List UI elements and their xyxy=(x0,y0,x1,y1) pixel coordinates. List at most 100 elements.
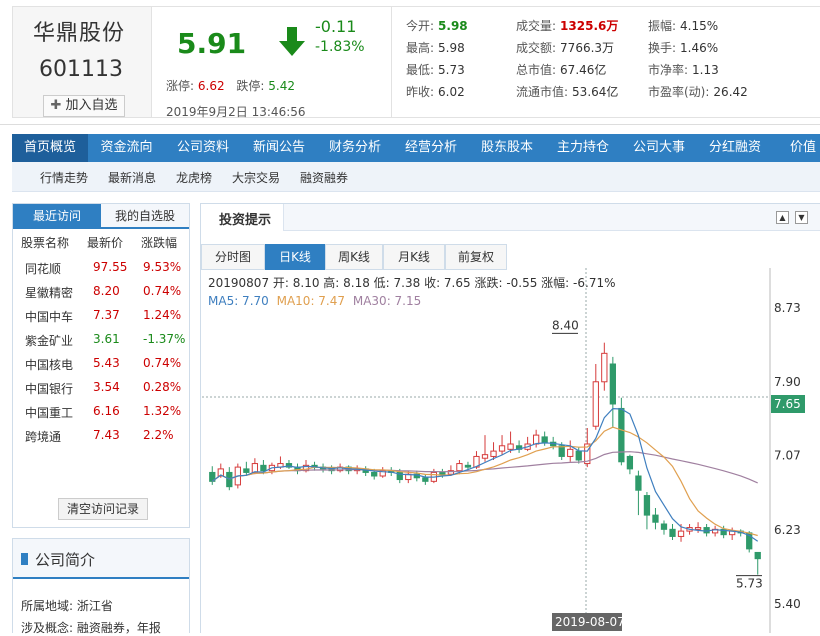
watch-row[interactable]: 同花顺 97.55 9.53% xyxy=(13,256,189,280)
plus-icon: ✚ xyxy=(50,98,62,113)
nav-item[interactable]: 价值 xyxy=(773,134,820,162)
tab-monthly-k[interactable]: 月K线 xyxy=(383,244,445,270)
candle-body xyxy=(294,466,301,472)
candle-body xyxy=(388,470,395,473)
stat-label: 市盈率(动): xyxy=(648,85,710,99)
nav-item[interactable]: 资金流向 xyxy=(88,134,165,162)
row-pct: 9.53% xyxy=(143,260,182,274)
stat-item: 今开: 5.98 xyxy=(406,17,468,34)
candle-body xyxy=(686,527,693,532)
watch-row[interactable]: 星徽精密 8.20 0.74% xyxy=(13,280,189,304)
subnav-item[interactable]: 最新消息 xyxy=(108,169,156,186)
watch-row[interactable]: 中国核电 5.43 0.74% xyxy=(13,352,189,376)
stat-value: 1.13 xyxy=(692,63,719,77)
nav-item[interactable]: 主力持仓 xyxy=(545,134,621,162)
candle-body xyxy=(558,445,565,457)
row-name: 星徽精密 xyxy=(25,286,74,300)
candle-body xyxy=(720,528,727,536)
nav-item[interactable]: 公司大事 xyxy=(621,134,697,162)
stat-value: 6.02 xyxy=(438,85,465,99)
row-pct: 1.24% xyxy=(143,308,182,322)
nav-item[interactable]: 首页概览 xyxy=(12,134,88,162)
row-pct: 0.74% xyxy=(143,356,182,370)
candle-body xyxy=(618,407,625,463)
section-marker-icon xyxy=(21,553,28,565)
candle-body xyxy=(567,448,574,457)
candle-body xyxy=(226,471,233,488)
collapse-up-icon[interactable]: ▲ xyxy=(776,211,789,224)
nav-item[interactable]: 股东股本 xyxy=(469,134,545,162)
period-high-label: 8.40 xyxy=(552,318,579,332)
nav-item[interactable]: 经营分析 xyxy=(393,134,469,162)
nav-item[interactable]: 分红融资 xyxy=(697,134,773,162)
tab-daily-k[interactable]: 日K线 xyxy=(265,244,325,270)
row-pct: 2.2% xyxy=(143,428,174,442)
subnav-item[interactable]: 龙虎榜 xyxy=(176,169,212,186)
k-line-svg: 8.73 7.90 7.07 6.23 5.40 7.65 8.40 5.73 2019-08-… xyxy=(202,268,805,633)
tab-recent[interactable]: 最近访问 xyxy=(13,204,101,229)
candle-body xyxy=(643,495,651,516)
stat-value: 7766.3万 xyxy=(560,41,615,55)
candle-body xyxy=(396,471,403,481)
tab-forward-adjust[interactable]: 前复权 xyxy=(445,244,507,270)
stat-label: 昨收: xyxy=(406,85,435,99)
current-price-marker xyxy=(771,395,805,413)
subnav-item[interactable]: 大宗交易 xyxy=(232,169,280,186)
candle-body xyxy=(422,477,429,482)
price-axis-tick: 7.90 xyxy=(774,375,801,389)
date-label: 2019-08-07 xyxy=(555,615,625,629)
candle-body xyxy=(481,454,489,459)
candle-body xyxy=(277,463,284,468)
candle-body xyxy=(652,514,659,523)
tab-weekly-k[interactable]: 周K线 xyxy=(325,244,383,270)
candle-body xyxy=(234,466,241,486)
stat-label: 流通市值: xyxy=(516,85,569,99)
limit-up-label: 涨停: xyxy=(166,79,195,93)
candle-body xyxy=(336,466,344,472)
stat-item: 成交额: 7766.3万 xyxy=(516,39,614,56)
nav-item[interactable]: 财务分析 xyxy=(317,134,393,162)
watch-row[interactable]: 中国中车 7.37 1.24% xyxy=(13,304,189,328)
limit-prices: 涨停: 6.62 跌停: 5.42 xyxy=(166,77,295,94)
watch-row[interactable]: 紫金矿业 3.61 -1.37% xyxy=(13,328,189,352)
price-box: 5.91 -0.11 -1.83% 涨停: 6.62 跌停: 5.42 2019… xyxy=(152,6,392,119)
candle-body xyxy=(754,551,761,560)
candle-body xyxy=(609,363,616,405)
add-watchlist-button[interactable]: ✚ 加入自选 xyxy=(43,95,125,117)
row-name: 中国重工 xyxy=(25,406,74,420)
candle-body xyxy=(371,471,378,477)
candle-body xyxy=(729,530,736,536)
row-name: 中国银行 xyxy=(25,382,74,396)
watch-row[interactable]: 跨境通 7.43 2.2% xyxy=(13,424,189,448)
clear-history-button[interactable]: 清空访问记录 xyxy=(58,498,148,520)
candle-body xyxy=(260,464,267,472)
tab-watchlist[interactable]: 我的自选股 xyxy=(101,204,189,229)
watch-row[interactable]: 中国银行 3.54 0.28% xyxy=(13,376,189,400)
row-name: 同花顺 xyxy=(25,262,62,276)
nav-item[interactable]: 公司资料 xyxy=(165,134,241,162)
subnav-item[interactable]: 行情走势 xyxy=(40,169,88,186)
nav-item[interactable]: 新闻公告 xyxy=(241,134,317,162)
stat-item: 昨收: 6.02 xyxy=(406,83,465,100)
tab-intraday[interactable]: 分时图 xyxy=(201,244,265,270)
expand-down-icon[interactable]: ▼ xyxy=(795,211,808,224)
stock-code: 601113 xyxy=(39,57,123,82)
stat-value: 5.98 xyxy=(438,19,468,33)
stat-label: 今开: xyxy=(406,19,435,33)
subnav-item[interactable]: 融资融券 xyxy=(300,169,348,186)
stat-label: 换手: xyxy=(648,41,677,55)
row-price: 5.43 xyxy=(93,356,120,370)
stat-item: 市盈率(动): 26.42 xyxy=(648,83,748,100)
date-marker xyxy=(552,613,622,631)
intro-title: 公司简介 xyxy=(35,551,96,569)
watch-row[interactable]: 中国重工 6.16 1.32% xyxy=(13,400,189,424)
k-line-chart[interactable]: 20190807 开: 8.10 高: 8.18 低: 7.38 收: 7.65… xyxy=(202,268,820,633)
price-axis-tick: 6.23 xyxy=(774,523,801,537)
stat-label: 最高: xyxy=(406,41,435,55)
ma-legend: MA5: 7.70 MA10: 7.47 MA30: 7.15 xyxy=(208,294,421,308)
candle-body xyxy=(362,468,369,473)
row-price: 97.55 xyxy=(93,260,128,274)
row-pct: 0.74% xyxy=(143,284,182,298)
candle-body xyxy=(575,450,582,461)
quote-header: 华鼎股份 601113 ✚ 加入自选 5.91 -0.11 -1.83% 涨停: … xyxy=(0,0,820,125)
